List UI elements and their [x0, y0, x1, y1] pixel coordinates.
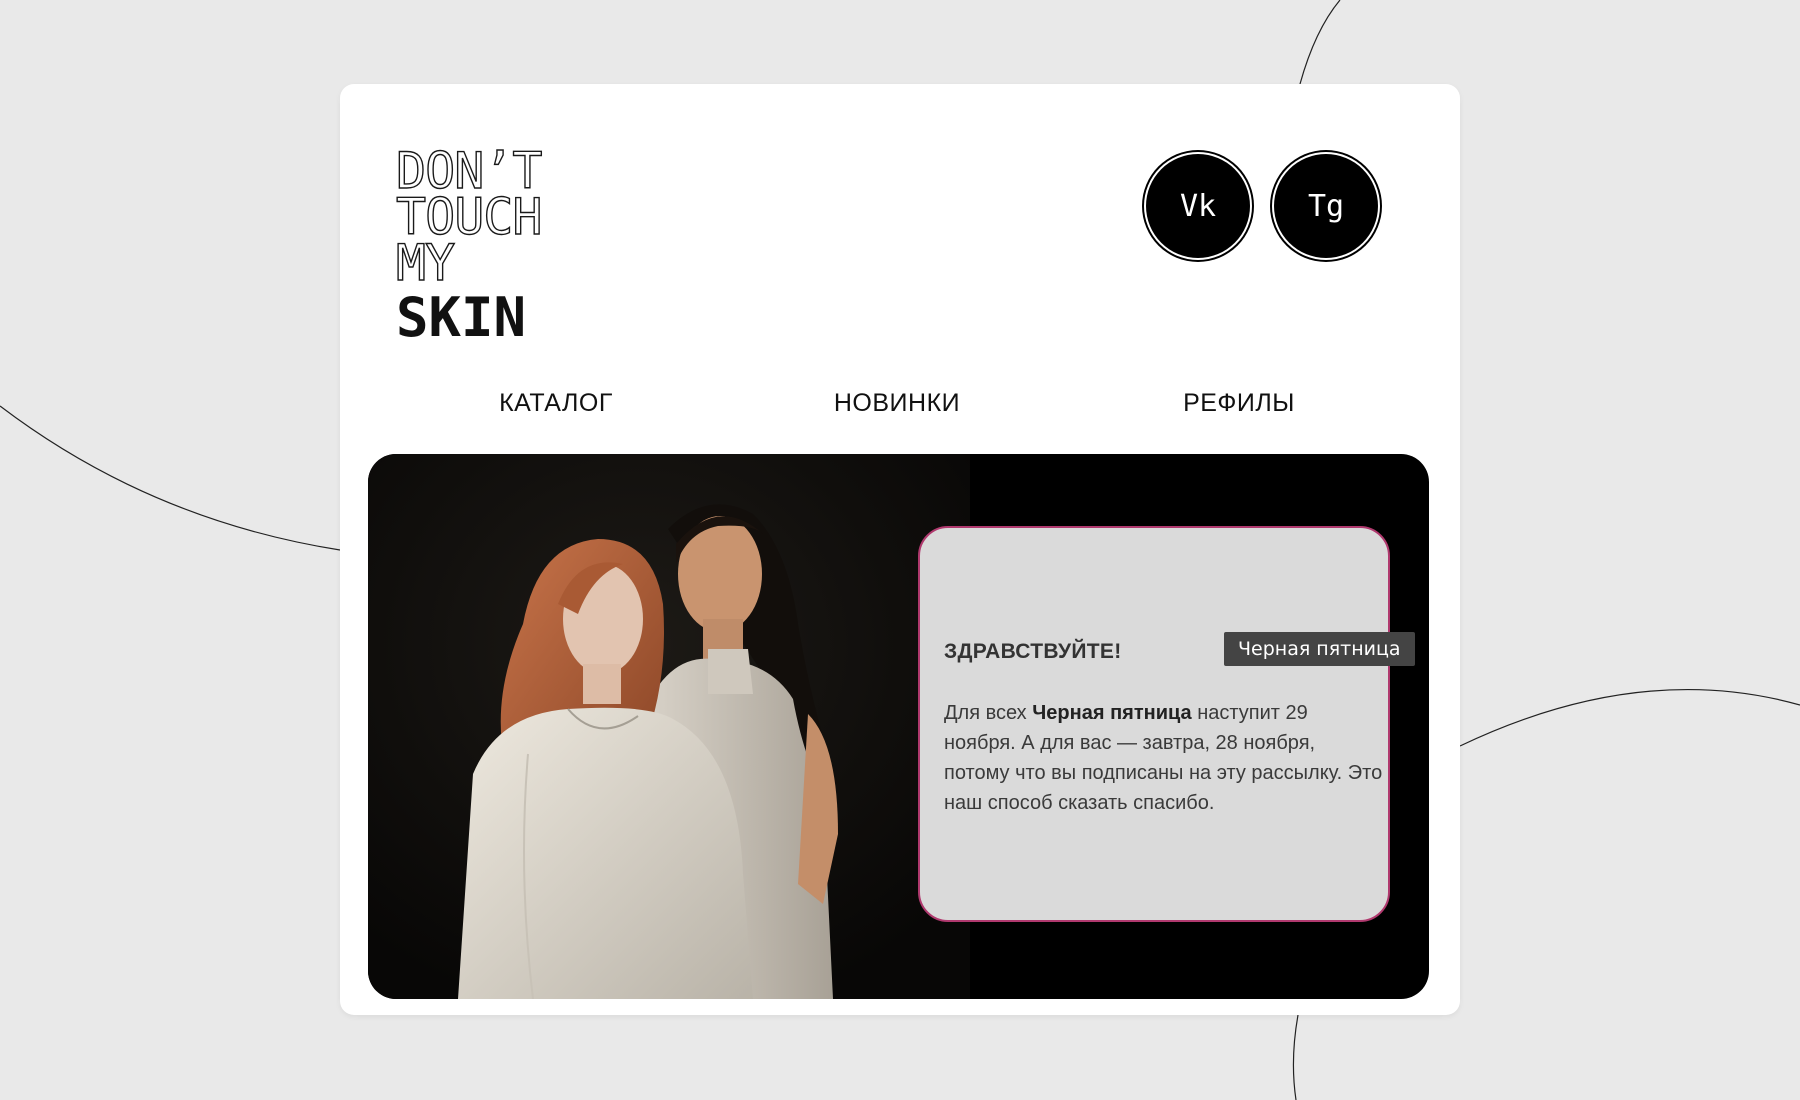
- promo-text: Для всех Черная пятница наступит 29 нояб…: [944, 698, 1384, 818]
- left-arc-line: [0, 405, 341, 551]
- promo-greeting: ЗДРАВСТВУЙТЕ!: [944, 640, 1122, 663]
- brand-logo[interactable]: DON’T TOUCH MY SKIN: [395, 145, 586, 349]
- promo-text-highlight: Черная пятница: [1032, 702, 1192, 724]
- right-arc-line: [1459, 689, 1800, 747]
- logo-line-4: SKIN: [396, 286, 527, 349]
- hero-photo-two-women: [368, 454, 970, 999]
- hover-tooltip: Черная пятница: [1224, 632, 1415, 666]
- vk-button[interactable]: Vk: [1146, 154, 1250, 258]
- telegram-icon-label: Tg: [1307, 188, 1345, 224]
- nav-item-catalog[interactable]: КАТАЛОГ: [406, 389, 706, 418]
- promo-box: ЗДРАВСТВУЙТЕ! Для всех Черная пятница на…: [918, 526, 1390, 922]
- nav-item-new[interactable]: НОВИНКИ: [747, 389, 1047, 418]
- logo-line-3: MY: [395, 234, 456, 292]
- email-card: DON’T TOUCH MY SKIN Vk Tg КАТАЛОГ НОВИНК…: [340, 84, 1460, 1015]
- telegram-button[interactable]: Tg: [1274, 154, 1378, 258]
- nav-item-refills[interactable]: РЕФИЛЫ: [1089, 389, 1389, 418]
- promo-text-part1: Для всех: [944, 702, 1033, 724]
- top-arc-line: [1299, 0, 1341, 85]
- vk-icon-label: Vk: [1179, 188, 1217, 224]
- bottom-arc-line: [1292, 1014, 1299, 1100]
- main-navigation: КАТАЛОГ НОВИНКИ РЕФИЛЫ: [340, 389, 1460, 429]
- hero-banner[interactable]: ЗДРАВСТВУЙТЕ! Для всех Черная пятница на…: [368, 454, 1429, 999]
